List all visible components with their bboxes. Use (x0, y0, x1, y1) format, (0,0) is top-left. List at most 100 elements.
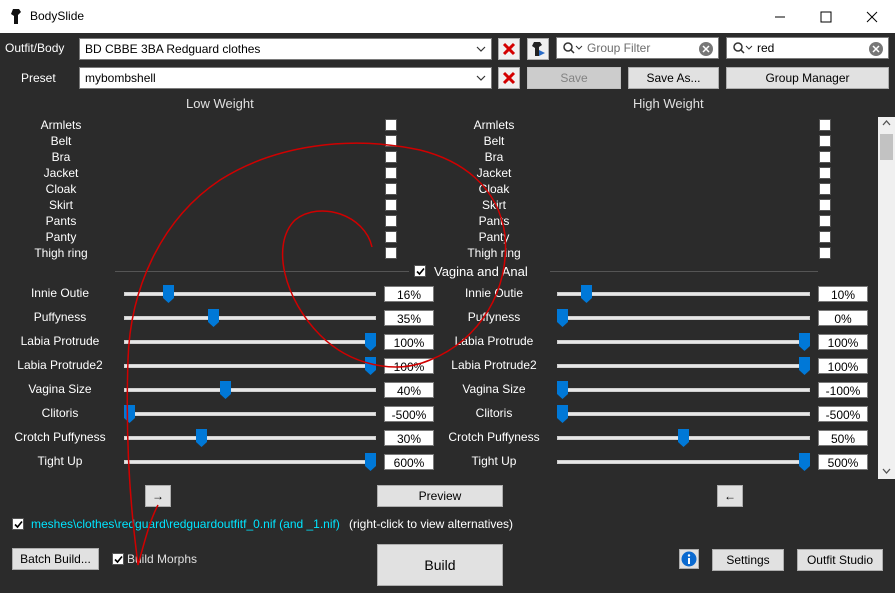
slider-thumb-low[interactable] (208, 309, 220, 327)
slider-value-high[interactable]: 100% (818, 334, 868, 350)
slider-thumb-low[interactable] (365, 357, 376, 375)
preset-select-value: mybombshell (85, 71, 156, 85)
slider-thumb-low[interactable] (220, 381, 232, 399)
slider-thumb-high[interactable] (557, 309, 568, 327)
zap-checkbox-low[interactable] (385, 215, 397, 227)
outfit-studio-button[interactable]: Outfit Studio (797, 549, 883, 571)
zap-checkbox-low[interactable] (385, 119, 397, 131)
clear-search-icon[interactable] (868, 41, 884, 57)
slider-thumb-high[interactable] (799, 333, 810, 351)
zap-checkbox-low[interactable] (385, 135, 397, 147)
slider-value-low[interactable]: 100% (384, 334, 434, 350)
minimize-button[interactable] (757, 0, 803, 33)
copy-high-to-low-button[interactable]: ← (717, 485, 743, 507)
slider-value-high[interactable]: 0% (818, 310, 868, 326)
slider-thumb-high[interactable] (557, 405, 568, 423)
slider-value-high[interactable]: -500% (818, 406, 868, 422)
zap-checkbox-low[interactable] (385, 247, 397, 259)
zap-checkbox-high[interactable] (819, 231, 831, 243)
slider-track-low[interactable] (124, 460, 376, 464)
slider-track-high[interactable] (557, 364, 810, 368)
slider-track-high[interactable] (557, 340, 810, 344)
minimize-icon (775, 16, 785, 17)
zap-checkbox-high[interactable] (819, 135, 831, 147)
slider-thumb-high[interactable] (557, 381, 568, 399)
batch-build-button[interactable]: Batch Build... (12, 548, 99, 570)
slider-value-high[interactable]: 50% (818, 430, 868, 446)
slider-value-low[interactable]: -500% (384, 406, 434, 422)
scroll-up-icon[interactable] (882, 120, 891, 126)
slider-track-high[interactable] (557, 460, 810, 464)
zap-checkbox-low[interactable] (385, 151, 397, 163)
slider-thumb-low[interactable] (365, 453, 376, 471)
zap-checkbox-low[interactable] (385, 231, 397, 243)
slider-value-low[interactable]: 100% (384, 358, 434, 374)
slider-thumb-low[interactable] (365, 333, 376, 351)
slider-value-high[interactable]: 500% (818, 454, 868, 470)
zap-checkbox-high[interactable] (819, 247, 831, 259)
slider-thumb-high[interactable] (799, 453, 810, 471)
slider-track-high[interactable] (557, 412, 810, 416)
info-button[interactable] (679, 549, 699, 569)
group-manager-button[interactable]: Group Manager (726, 67, 889, 89)
zap-checkbox-low[interactable] (385, 199, 397, 211)
slider-value-low[interactable]: 40% (384, 382, 434, 398)
zap-checkbox-low[interactable] (385, 183, 397, 195)
copy-low-to-high-button[interactable]: → (145, 485, 171, 507)
group-filter-input[interactable]: Group Filter (556, 37, 719, 59)
zap-checkbox-high[interactable] (819, 151, 831, 163)
outfit-select[interactable]: BD CBBE 3BA Redguard clothes (79, 38, 492, 60)
slider-track-low[interactable] (124, 340, 376, 344)
red-x-icon (502, 71, 516, 85)
outfit-filter-mode-button[interactable] (527, 38, 549, 60)
slider-track-low[interactable] (124, 412, 376, 416)
preset-select[interactable]: mybombshell (79, 67, 492, 89)
slider-value-low[interactable]: 35% (384, 310, 434, 326)
clear-search-icon[interactable] (698, 41, 714, 57)
scrollbar-thumb[interactable] (880, 134, 893, 160)
slider-thumb-low[interactable] (124, 405, 135, 423)
zap-checkbox-high[interactable] (819, 183, 831, 195)
build-morphs-checkbox[interactable] (112, 553, 124, 565)
slider-thumb-high[interactable] (799, 357, 810, 375)
slider-track-low[interactable] (124, 364, 376, 368)
slider-value-low[interactable]: 600% (384, 454, 434, 470)
maximize-button[interactable] (803, 0, 849, 33)
slider-value-low[interactable]: 16% (384, 286, 434, 302)
slider-thumb-high[interactable] (678, 429, 689, 447)
slider-track-low[interactable] (124, 388, 376, 392)
slider-track-high[interactable] (557, 292, 810, 296)
slider-thumb-high[interactable] (581, 285, 593, 303)
zap-checkbox-high[interactable] (819, 119, 831, 131)
clear-outfit-button[interactable] (498, 38, 520, 60)
slider-track-high[interactable] (557, 388, 810, 392)
close-icon (866, 11, 878, 22)
save-button[interactable]: Save (527, 67, 621, 89)
settings-button[interactable]: Settings (712, 549, 784, 571)
slider-track-high[interactable] (557, 316, 810, 320)
slider-thumb-low[interactable] (196, 429, 208, 447)
build-button[interactable]: Build (377, 544, 503, 586)
close-button[interactable] (849, 0, 895, 33)
zap-checkbox-low[interactable] (385, 167, 397, 179)
group-checkbox[interactable] (414, 265, 426, 277)
save-as-button[interactable]: Save As... (628, 67, 719, 89)
output-path-checkbox[interactable] (12, 518, 24, 530)
slider-thumb-low[interactable] (162, 285, 174, 303)
slider-track-low[interactable] (124, 316, 376, 320)
slider-value-high[interactable]: 10% (818, 286, 868, 302)
zap-checkbox-high[interactable] (819, 167, 831, 179)
slider-value-low[interactable]: 30% (384, 430, 434, 446)
scroll-down-icon[interactable] (882, 468, 891, 474)
zap-checkbox-high[interactable] (819, 199, 831, 211)
slider-value-high[interactable]: -100% (818, 382, 868, 398)
zap-checkbox-high[interactable] (819, 215, 831, 227)
slider-track-low[interactable] (124, 436, 376, 440)
delete-preset-button[interactable] (498, 67, 520, 89)
slider-scrollbar[interactable] (878, 117, 895, 479)
slider-value-high[interactable]: 100% (818, 358, 868, 374)
zap-label-low: Skirt (49, 198, 73, 212)
outfit-filter-input[interactable]: red (726, 37, 889, 59)
output-path[interactable]: meshes\clothes\redguard\redguardoutfitf_… (31, 517, 340, 531)
preview-button[interactable]: Preview (377, 485, 503, 507)
